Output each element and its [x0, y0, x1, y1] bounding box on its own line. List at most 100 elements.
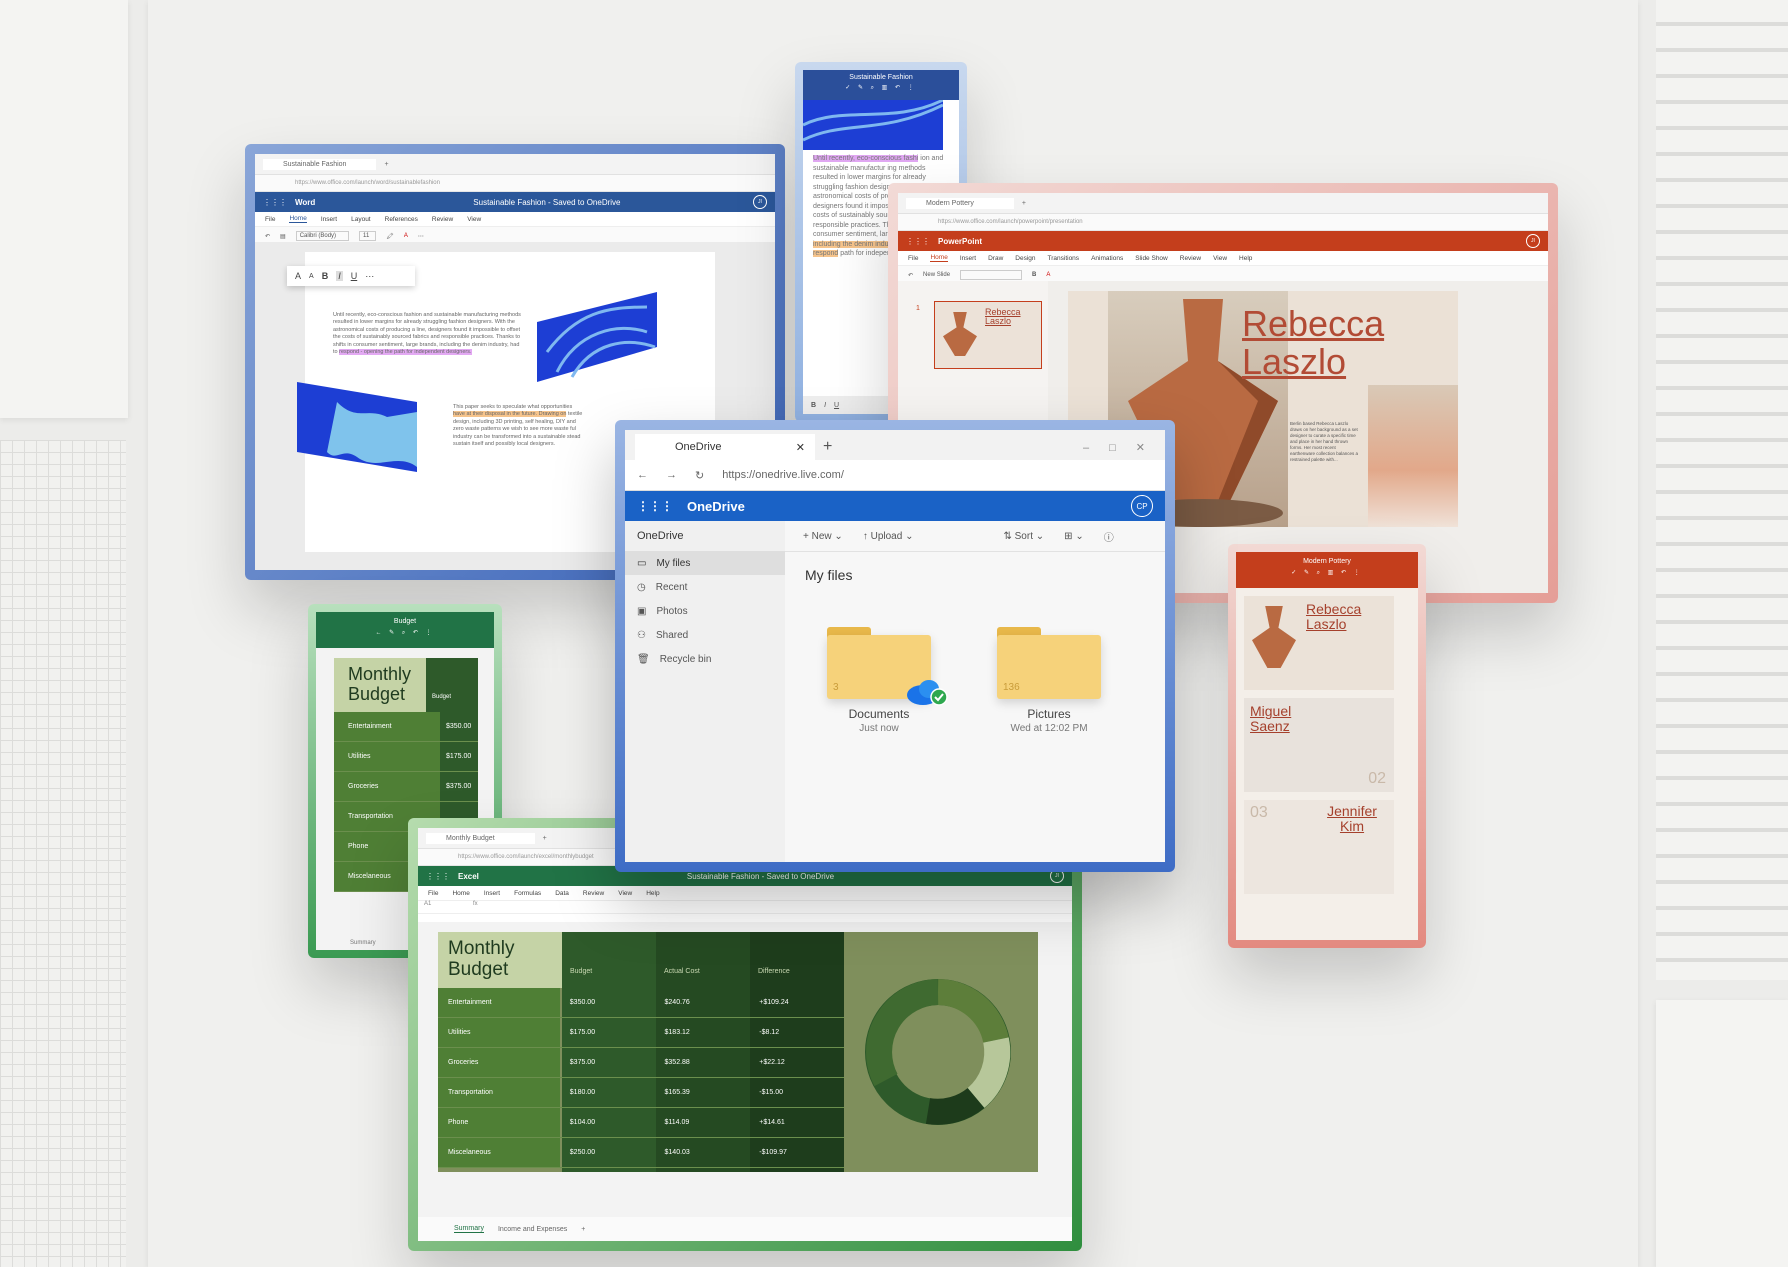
sidebar-item-recycle-bin[interactable]: 🗑 Recycle bin: [625, 647, 785, 671]
view-switcher-icon[interactable]: ⊞ ⌄: [1064, 531, 1084, 542]
excel-add-sheet-icon[interactable]: +: [581, 1226, 585, 1233]
excel-row-label[interactable]: Transportation: [438, 1078, 560, 1107]
excel-row-budget[interactable]: $175.00: [560, 1018, 655, 1047]
word-menu-review[interactable]: Review: [432, 216, 453, 223]
word-menu-home[interactable]: Home: [289, 215, 307, 223]
excel-row-actual[interactable]: $183.12: [655, 1018, 750, 1047]
shrink-font-icon[interactable]: A: [309, 273, 314, 280]
excel-row-budget[interactable]: $180.00: [560, 1078, 655, 1107]
back-icon[interactable]: ←: [637, 469, 648, 481]
excel-row-actual[interactable]: $114.09: [655, 1108, 750, 1137]
excel-browser-tab[interactable]: Monthly Budget: [426, 832, 535, 844]
more-icon[interactable]: ⋯: [418, 233, 424, 240]
window-controls[interactable]: –□✕: [1083, 441, 1165, 460]
excel-row-label[interactable]: Miscelaneous: [438, 1138, 560, 1167]
ppt-font-select[interactable]: [960, 270, 1023, 280]
excel-row[interactable]: Miscelaneous $250.00 $140.03 -$109.97: [438, 1138, 844, 1168]
url-field[interactable]: https://onedrive.live.com/: [722, 469, 844, 481]
ppt-menu-review[interactable]: Review: [1180, 255, 1201, 262]
excel-cell-ref[interactable]: A1: [424, 901, 431, 907]
word-mobile-icons[interactable]: ✓ ✎ ⌕ ▥ ↶ ⋮: [803, 84, 959, 92]
word-browser-tab[interactable]: Sustainable Fashion: [263, 158, 377, 170]
excel-row-budget[interactable]: $250.00: [560, 1138, 655, 1167]
excel-row-budget[interactable]: $350.00: [560, 988, 655, 1017]
word-user-avatar[interactable]: JI: [753, 195, 767, 209]
budget-mobile-row[interactable]: Entertainment $350.00: [334, 712, 478, 742]
ppt-bold-icon[interactable]: B: [1032, 272, 1036, 278]
bold-icon[interactable]: B: [322, 271, 329, 281]
word-mobile-underline-icon[interactable]: U: [834, 402, 839, 409]
excel-menu-insert[interactable]: Insert: [484, 890, 500, 897]
excel-app-launcher-icon[interactable]: ⋮⋮⋮: [426, 872, 450, 881]
word-address-bar[interactable]: https://www.office.com/launch/word/susta…: [255, 175, 775, 192]
ppt-new-slide-button[interactable]: New Slide: [923, 272, 950, 278]
excel-row[interactable]: Phone $104.00 $114.09 +$14.61: [438, 1108, 844, 1138]
excel-row-label[interactable]: Groceries: [438, 1048, 560, 1077]
sort-button[interactable]: ⇅ Sort ⌄: [1003, 531, 1044, 542]
budget-mobile-sheet-tab[interactable]: Summary: [350, 940, 376, 946]
ppt-slide-thumbnail[interactable]: Rebecca Laszlo: [934, 301, 1042, 369]
folder-pictures-name[interactable]: Pictures: [969, 707, 1129, 721]
pottery-mobile-icons[interactable]: ✓ ✎ ⌕ ▥ ↶ ⋮: [1236, 569, 1418, 577]
excel-menu-review[interactable]: Review: [583, 890, 604, 897]
upload-button[interactable]: ↑ Upload ⌄: [863, 531, 914, 542]
word-mobile-bold-icon[interactable]: B: [811, 402, 816, 409]
onedrive-user-avatar[interactable]: CP: [1131, 495, 1153, 517]
excel-menu-view[interactable]: View: [618, 890, 632, 897]
excel-menu-home[interactable]: Home: [452, 890, 469, 897]
app-launcher-icon[interactable]: ⋮⋮⋮: [263, 198, 287, 207]
excel-menu-formulas[interactable]: Formulas: [514, 890, 541, 897]
ppt-undo-icon[interactable]: ↶: [908, 272, 913, 279]
excel-menu-data[interactable]: Data: [555, 890, 569, 897]
ppt-browser-tab[interactable]: Modern Pottery: [906, 197, 1014, 209]
word-menu-layout[interactable]: Layout: [351, 216, 371, 223]
ppt-menu-slideshow[interactable]: Slide Show: [1135, 255, 1168, 262]
font-size-select[interactable]: 11: [359, 231, 377, 241]
budget-mobile-row[interactable]: Utilities $175.00: [334, 742, 478, 772]
ppt-menu-animations[interactable]: Animations: [1091, 255, 1123, 262]
sidebar-item-shared[interactable]: ⚇ Shared: [625, 623, 785, 647]
excel-row-label[interactable]: Phone: [438, 1108, 560, 1137]
ppt-new-tab-icon[interactable]: +: [1022, 200, 1026, 207]
new-tab-icon[interactable]: +: [823, 438, 832, 456]
folder-documents[interactable]: 3: [827, 627, 948, 706]
excel-row-actual[interactable]: $352.88: [655, 1048, 750, 1077]
ppt-menu-help[interactable]: Help: [1239, 255, 1252, 262]
word-menu-view[interactable]: View: [467, 216, 481, 223]
ppt-menu-home[interactable]: Home: [930, 254, 948, 262]
excel-row[interactable]: Utilities $175.00 $183.12 -$8.12: [438, 1018, 844, 1048]
refresh-icon[interactable]: ↻: [695, 469, 704, 482]
ppt-menu-insert[interactable]: Insert: [960, 255, 976, 262]
excel-row-actual[interactable]: $165.39: [655, 1078, 750, 1107]
excel-row-diff[interactable]: -$8.12: [749, 1018, 844, 1047]
excel-row-budget[interactable]: $375.00: [560, 1048, 655, 1077]
excel-row[interactable]: Entertainment $350.00 $240.76 +$109.24: [438, 988, 844, 1018]
pottery-slide-1[interactable]: Rebecca Laszlo: [1244, 596, 1394, 690]
forward-icon[interactable]: →: [666, 469, 677, 481]
pottery-slide-2[interactable]: Miguel Saenz 02: [1244, 698, 1394, 792]
info-icon[interactable]: ⓘ: [1104, 529, 1114, 544]
italic-icon[interactable]: I: [336, 271, 343, 281]
word-menu-insert[interactable]: Insert: [321, 216, 337, 223]
excel-row-label[interactable]: Entertainment: [438, 988, 560, 1017]
ppt-menu-view[interactable]: View: [1213, 255, 1227, 262]
close-tab-icon[interactable]: ✕: [796, 441, 805, 454]
excel-row-diff[interactable]: +$22.12: [749, 1048, 844, 1077]
budget-mobile-icons[interactable]: ← ✎ ⌕ ↶ ⋮: [316, 629, 494, 637]
ppt-menu-file[interactable]: File: [908, 255, 918, 262]
excel-row-diff[interactable]: -$15.00: [749, 1078, 844, 1107]
excel-row[interactable]: Transportation $180.00 $165.39 -$15.00: [438, 1078, 844, 1108]
budget-mobile-row[interactable]: Groceries $375.00: [334, 772, 478, 802]
word-doc-title[interactable]: Sustainable Fashion - Saved to OneDrive: [473, 198, 620, 207]
excel-new-tab-icon[interactable]: +: [543, 835, 547, 842]
font-name-select[interactable]: Calibri (Body): [295, 231, 350, 241]
sidebar-item-photos[interactable]: ▣ Photos: [625, 599, 785, 623]
excel-doc-title[interactable]: Sustainable Fashion - Saved to OneDrive: [687, 872, 834, 881]
excel-menu-help[interactable]: Help: [646, 890, 659, 897]
word-mobile-italic-icon[interactable]: I: [824, 402, 826, 409]
word-new-tab-icon[interactable]: +: [384, 161, 388, 168]
onedrive-browser-tab[interactable]: OneDrive ✕: [635, 434, 815, 460]
onedrive-app-launcher-icon[interactable]: ⋮⋮⋮: [637, 499, 673, 513]
excel-row[interactable]: Groceries $375.00 $352.88 +$22.12: [438, 1048, 844, 1078]
excel-row-actual[interactable]: $140.03: [655, 1138, 750, 1167]
